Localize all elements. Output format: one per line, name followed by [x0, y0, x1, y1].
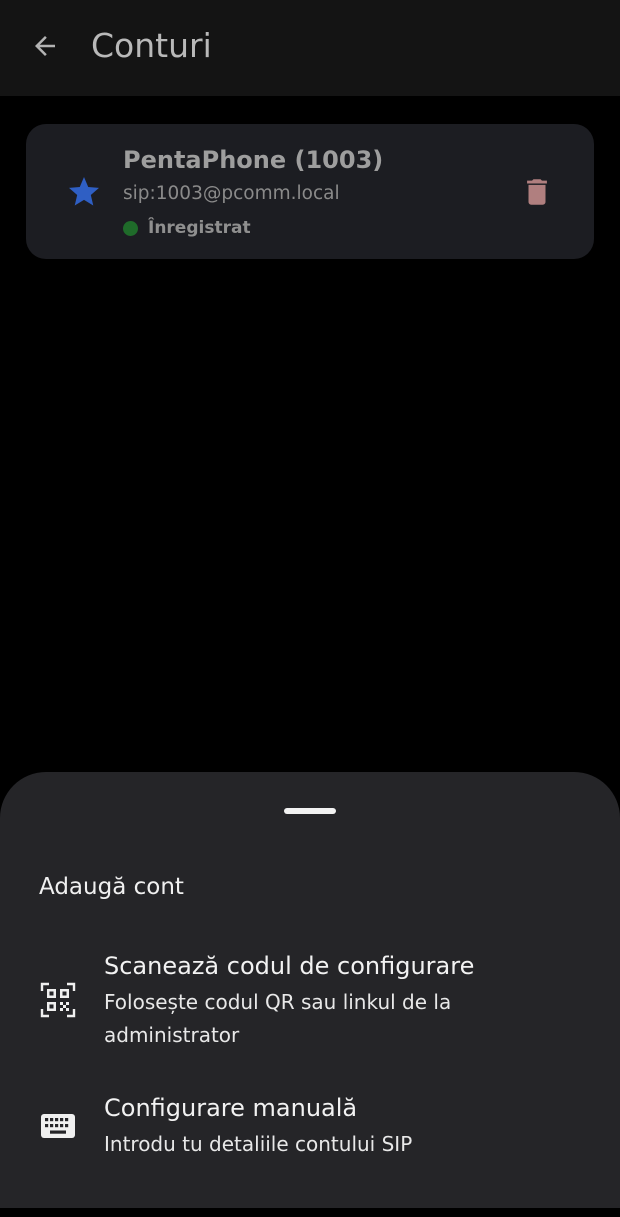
status-indicator-dot: [123, 220, 138, 236]
scan-config-code-option[interactable]: Scanează codul de configurare Folosește …: [0, 948, 620, 1058]
account-status-label: Înregistrat: [148, 218, 251, 238]
option-subtitle: Folosește codul QR sau linkul de la admi…: [104, 990, 452, 1047]
drag-handle[interactable]: [284, 808, 336, 814]
option-subtitle: Introdu tu detaliile contului SIP: [104, 1132, 413, 1156]
page-title: Conturi: [91, 26, 212, 65]
sheet-title: Adaugă cont: [39, 874, 184, 900]
add-account-bottom-sheet: Adaugă cont Scanează codul de configurar…: [0, 772, 620, 1208]
account-card[interactable]: PentaPhone (1003) sip:1003@pcomm.local Î…: [26, 124, 594, 259]
back-button[interactable]: [18, 22, 72, 70]
delete-account-button[interactable]: [510, 168, 564, 216]
trash-icon: [527, 179, 547, 205]
manual-config-option[interactable]: Configurare manuală Introdu tu detaliile…: [0, 1092, 620, 1172]
top-app-bar: Conturi: [0, 0, 620, 96]
option-title: Scanează codul de configurare: [104, 952, 475, 980]
account-status: Înregistrat: [123, 216, 251, 240]
account-name: PentaPhone (1003): [123, 146, 384, 174]
account-sip-uri: sip:1003@pcomm.local: [123, 183, 340, 204]
keyboard-icon: [38, 1106, 78, 1146]
star-icon: [69, 177, 99, 206]
option-title: Configurare manuală: [104, 1094, 358, 1122]
system-navigation-bar: [0, 1208, 620, 1217]
arrow-left-icon: [35, 36, 55, 56]
qr-code-scan-icon: [38, 980, 78, 1020]
accounts-screen: Conturi PentaPhone (1003) sip:1003@pcomm…: [0, 0, 620, 1217]
